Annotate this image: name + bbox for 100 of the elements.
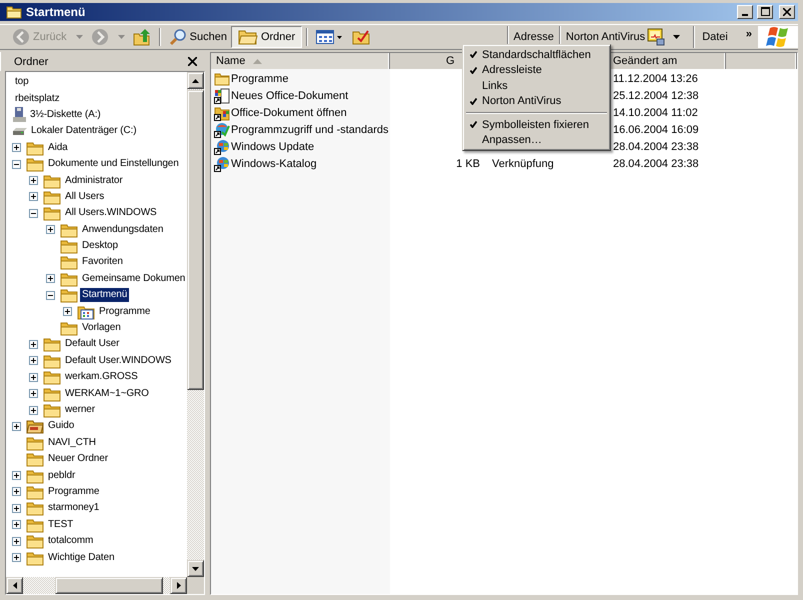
check-icon — [470, 51, 477, 58]
tree-item[interactable]: totalcomm — [46, 534, 96, 548]
expand-icon[interactable] — [12, 553, 21, 562]
tree-item[interactable]: Programme — [46, 484, 102, 499]
file-name[interactable]: Programme — [231, 72, 288, 84]
minimize-icon — [742, 14, 748, 16]
tree-item[interactable]: Programme — [97, 304, 152, 319]
tree-item[interactable]: Administrator — [63, 174, 125, 188]
scroll-left-button[interactable] — [6, 577, 23, 594]
file-name[interactable]: Windows-Katalog — [231, 158, 317, 170]
column-header[interactable]: Geändert am — [608, 53, 726, 69]
collapse-icon[interactable] — [12, 160, 21, 169]
tree-item[interactable]: Desktop — [80, 239, 120, 254]
folder-up-icon — [132, 28, 151, 46]
scroll-right-button[interactable] — [170, 577, 187, 594]
expand-icon[interactable] — [29, 356, 38, 366]
monitor-icon[interactable] — [647, 28, 666, 46]
minimize-button[interactable] — [737, 5, 753, 19]
folder-icon — [238, 29, 258, 45]
tree-item[interactable]: starmoney1 — [46, 501, 102, 516]
tree-item[interactable]: Aida — [46, 140, 70, 155]
expand-icon[interactable] — [29, 389, 38, 398]
tree-item[interactable]: Favoriten — [80, 255, 125, 270]
caret-icon[interactable] — [673, 35, 680, 39]
expand-icon[interactable] — [63, 307, 72, 316]
tree-item[interactable]: Guido — [46, 419, 76, 434]
collapse-icon[interactable] — [29, 208, 38, 218]
tree-item[interactable]: TEST — [46, 518, 76, 532]
document-shortcut-icon — [214, 88, 230, 104]
folder-icon — [26, 550, 44, 566]
tree-item[interactable]: 3½-Diskette (A:) — [28, 108, 103, 122]
more-button[interactable]: » — [746, 28, 752, 40]
menu-item[interactable]: Norton AntiVirus — [465, 94, 608, 109]
programs-folder-icon — [77, 304, 95, 320]
right-arrow-icon — [176, 582, 180, 589]
scrollbar-corner — [187, 577, 204, 594]
collapse-icon[interactable] — [46, 290, 55, 300]
expand-icon[interactable] — [29, 406, 38, 414]
tree-item[interactable]: rbeitsplatz — [13, 92, 62, 106]
tree-item[interactable]: top — [13, 75, 31, 90]
expand-icon[interactable] — [12, 487, 21, 496]
expand-icon[interactable] — [12, 143, 21, 152]
search-button[interactable]: Suchen — [164, 26, 231, 48]
expand-icon[interactable] — [46, 274, 55, 284]
floppy-drive-icon — [13, 107, 26, 122]
address-label: Adresse — [512, 31, 555, 43]
column-header[interactable]: Name — [211, 53, 390, 69]
tree-item[interactable]: All Users.WINDOWS — [63, 206, 159, 220]
expand-icon[interactable] — [29, 176, 38, 186]
tree-item[interactable]: Default User — [63, 337, 122, 352]
maximize-button[interactable] — [757, 5, 773, 19]
expand-icon[interactable] — [46, 225, 55, 234]
tree-item[interactable]: Lokaler Datenträger (C:) — [29, 124, 138, 138]
tree-item[interactable]: Vorlagen — [80, 321, 123, 336]
tree-item[interactable]: Default User.WINDOWS — [63, 354, 174, 368]
menu-item[interactable]: Anpassen… — [465, 132, 608, 148]
close-icon[interactable] — [188, 57, 197, 66]
tree-item[interactable]: pebldr — [46, 468, 78, 483]
expand-icon[interactable] — [12, 422, 21, 431]
tree-item[interactable]: Neuer Ordner — [46, 452, 110, 466]
tree-item[interactable]: Dokumente und Einstellungen — [46, 157, 181, 172]
file-name[interactable]: Neues Office-Dokument — [231, 90, 348, 102]
tree-item[interactable]: WERKAM~1~GRO — [63, 386, 151, 401]
file-name[interactable]: Programmzugriff und -standards — [231, 124, 389, 136]
check-icon — [470, 121, 477, 128]
expand-icon[interactable] — [12, 520, 21, 530]
folder-icon — [43, 172, 61, 189]
menu-item[interactable]: Symbolleisten fixieren — [465, 117, 608, 132]
menu-item[interactable]: Links — [465, 78, 608, 94]
flag-icon — [766, 27, 790, 47]
expand-icon[interactable] — [12, 504, 21, 513]
folder-icon — [26, 500, 44, 516]
tree-item[interactable]: Anwendungsdaten — [80, 222, 166, 237]
folder-icon — [26, 516, 44, 533]
sort-arrow-icon — [253, 58, 262, 64]
expand-icon[interactable] — [29, 192, 38, 202]
tree-item[interactable]: Startmenü — [80, 288, 130, 302]
tree-item[interactable]: Gemeinsame Dokumen — [80, 272, 187, 286]
expand-icon[interactable] — [12, 536, 21, 546]
close-button[interactable] — [779, 5, 795, 19]
file-name[interactable]: Office-Dokument öffnen — [231, 106, 347, 118]
scroll-down-button[interactable] — [187, 560, 204, 577]
tree-item[interactable]: NAVI_CTH — [46, 436, 98, 450]
expand-icon[interactable] — [29, 340, 38, 349]
folder-check-icon — [352, 28, 370, 46]
tree-item[interactable]: All Users — [63, 190, 106, 204]
down-arrow-icon — [192, 566, 199, 570]
file-name[interactable]: Windows Update — [231, 140, 314, 152]
check-icon — [470, 66, 477, 74]
folders-button[interactable]: Ordner — [230, 26, 302, 48]
tree-item[interactable]: werkam.GROSS — [63, 370, 140, 384]
folder-icon — [43, 205, 61, 222]
tree-item[interactable]: Wichtige Daten — [46, 550, 116, 565]
file-menu[interactable]: Datei — [698, 31, 736, 43]
tree-item[interactable]: werner — [63, 403, 97, 417]
expand-icon[interactable] — [29, 372, 38, 382]
caret-icon — [118, 35, 125, 39]
folder-icon — [6, 5, 22, 19]
scroll-up-button[interactable] — [187, 72, 204, 89]
expand-icon[interactable] — [12, 471, 21, 480]
